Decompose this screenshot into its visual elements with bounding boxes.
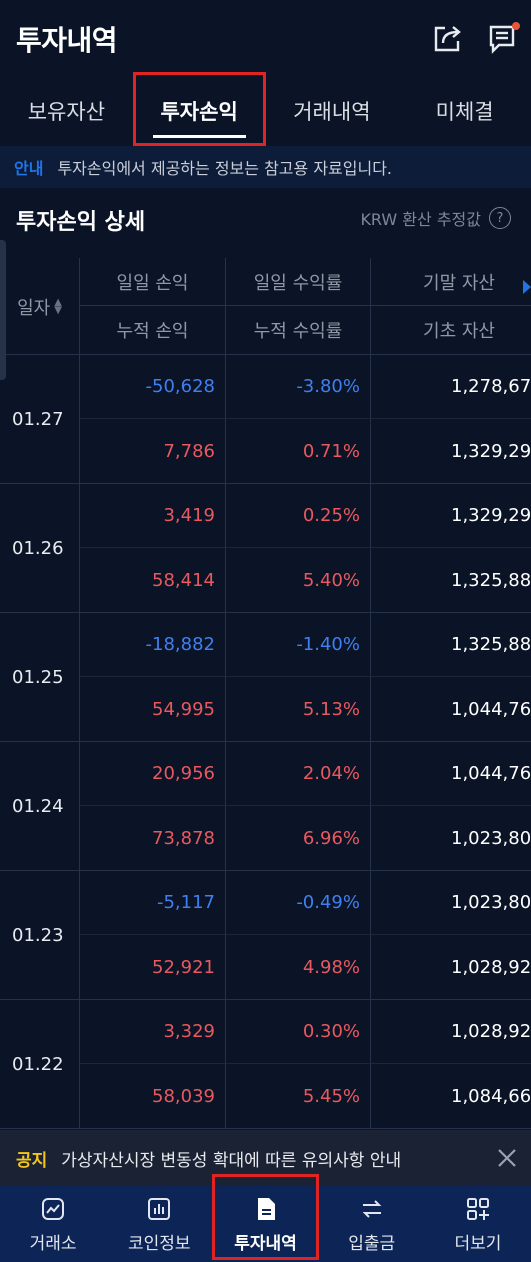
cumulative-return-rate: 6.96% bbox=[225, 806, 370, 870]
tab-bar: 보유자산 투자손익 거래내역 미체결 bbox=[0, 72, 531, 146]
table-body: 01.27-50,628-3.80%1,278,6717,7860.71%1,3… bbox=[0, 355, 531, 1129]
header-daily-pl: 일일 손익 bbox=[80, 258, 225, 306]
chart-line-icon bbox=[39, 1195, 67, 1223]
end-asset: 1,028,923 bbox=[370, 1000, 531, 1064]
daily-return-rate: -3.80% bbox=[225, 355, 370, 419]
daily-return-rate: 0.25% bbox=[225, 484, 370, 548]
notice-message: 투자손익에서 제공하는 정보는 참고용 자료입니다. bbox=[57, 159, 393, 178]
notification-dot bbox=[512, 22, 520, 30]
bottom-navigation: 거래소 코인정보 투자내역 입출금 더보기 bbox=[0, 1174, 531, 1262]
bar-chart-icon bbox=[145, 1195, 173, 1223]
help-icon[interactable]: ? bbox=[489, 207, 511, 229]
daily-profit-loss: -5,117 bbox=[80, 871, 225, 935]
daily-return-rate: 0.30% bbox=[225, 1000, 370, 1064]
profit-loss-table: 일자 ▲ ▼ 일일 손익 일일 수익률 기말 자산 누적 손익 누적 수익률 기초… bbox=[0, 258, 531, 1129]
cumulative-profit-loss: 73,878 bbox=[152, 827, 215, 849]
nav-investment-history[interactable]: 투자내역 bbox=[212, 1174, 319, 1262]
start-asset: 1,023,805 bbox=[370, 806, 531, 870]
page-title: 투자내역 bbox=[16, 24, 118, 57]
daily-return-rate: 2.04% bbox=[225, 742, 370, 806]
start-asset: 1,329,299 bbox=[370, 419, 531, 483]
nav-exchange[interactable]: 거래소 bbox=[0, 1186, 106, 1262]
cumulative-return-rate: 4.98% bbox=[225, 935, 370, 999]
row-date: 01.24 bbox=[0, 742, 80, 870]
header-start-asset: 기초 자산 bbox=[370, 306, 531, 354]
close-icon[interactable] bbox=[495, 1146, 519, 1170]
header-daily-rate: 일일 수익률 bbox=[225, 258, 370, 306]
daily-profit-loss: -50,628 bbox=[80, 355, 225, 419]
table-row[interactable]: 01.263,4190.25%1,329,299 58,414 5.40%1,325… bbox=[0, 484, 531, 613]
header-cum-rate: 누적 수익률 bbox=[225, 306, 370, 354]
start-asset: 1,325,880 bbox=[370, 548, 531, 612]
row-date: 01.22 bbox=[0, 1000, 80, 1128]
share-icon[interactable] bbox=[430, 20, 466, 56]
end-asset: 1,329,299 bbox=[370, 484, 531, 548]
tab-pending[interactable]: 미체결 bbox=[398, 78, 531, 144]
announcement-tag: 공지 bbox=[16, 1150, 48, 1171]
daily-profit-loss: 3,329 bbox=[80, 1000, 225, 1064]
end-asset: 1,325,880 bbox=[370, 613, 531, 677]
end-asset: 1,023,805 bbox=[370, 871, 531, 935]
table-row[interactable]: 01.2420,9562.04%1,044,762 73,878 6.96%1,02… bbox=[0, 742, 531, 871]
date-column-header[interactable]: 일자 ▲ ▼ bbox=[0, 258, 80, 355]
section-title: 투자손익 상세 bbox=[16, 210, 146, 235]
transfer-icon bbox=[358, 1195, 386, 1223]
app-header: 투자내역 bbox=[0, 0, 531, 78]
notice-tag: 안내 bbox=[14, 159, 44, 178]
nav-deposit-withdraw[interactable]: 입출금 bbox=[319, 1186, 425, 1262]
tab-profit-loss[interactable]: 투자손익 bbox=[132, 72, 266, 146]
cumulative-return-rate: 5.40% bbox=[225, 548, 370, 612]
table-row[interactable]: 01.23-5,117-0.49%1,023,805 52,921 4.98%1,0… bbox=[0, 871, 531, 1000]
cumulative-profit-loss: 52,921 bbox=[152, 956, 215, 978]
start-asset: 1,084,666 bbox=[370, 1064, 531, 1128]
tab-transactions[interactable]: 거래내역 bbox=[266, 78, 399, 144]
announcement-message[interactable]: 가상자산시장 변동성 확대에 따른 유의사항 안내 bbox=[61, 1146, 401, 1171]
chat-icon[interactable] bbox=[486, 20, 522, 56]
header-end-asset: 기말 자산 bbox=[370, 258, 531, 306]
row-date: 01.23 bbox=[0, 871, 80, 999]
cumulative-profit-loss: 7,786 bbox=[163, 440, 215, 462]
table-row[interactable]: 01.223,3290.30%1,028,923 58,039 5.45%1,084… bbox=[0, 1000, 531, 1129]
cumulative-return-rate: 5.13% bbox=[225, 677, 370, 741]
table-header: 일자 ▲ ▼ 일일 손익 일일 수익률 기말 자산 누적 손익 누적 수익률 기초… bbox=[0, 258, 531, 355]
daily-profit-loss: 3,419 bbox=[80, 484, 225, 548]
start-asset: 1,028,923 bbox=[370, 935, 531, 999]
header-cum-pl: 누적 손익 bbox=[116, 321, 189, 342]
daily-profit-loss: -18,882 bbox=[80, 613, 225, 677]
end-asset: 1,044,762 bbox=[370, 742, 531, 806]
cumulative-profit-loss: 58,414 bbox=[152, 569, 215, 591]
cumulative-profit-loss: 54,995 bbox=[152, 698, 215, 720]
table-row[interactable]: 01.27-50,628-3.80%1,278,671 7,786 0.71%1,3… bbox=[0, 355, 531, 484]
end-asset: 1,278,671 bbox=[370, 355, 531, 419]
row-date: 01.27 bbox=[0, 355, 80, 483]
nav-coin-info[interactable]: 코인정보 bbox=[106, 1186, 212, 1262]
cumulative-return-rate: 0.71% bbox=[225, 419, 370, 483]
daily-return-rate: -0.49% bbox=[225, 871, 370, 935]
grid-plus-icon bbox=[464, 1195, 492, 1223]
row-date: 01.25 bbox=[0, 613, 80, 741]
nav-more[interactable]: 더보기 bbox=[425, 1186, 531, 1262]
cumulative-profit-loss: 58,039 bbox=[152, 1085, 215, 1107]
section-header: 투자손익 상세 KRW 환산 추정값 ? bbox=[0, 190, 531, 250]
info-notice: 안내 투자손익에서 제공하는 정보는 참고용 자료입니다. bbox=[0, 146, 531, 188]
table-row[interactable]: 01.25-18,882-1.40%1,325,880 54,995 5.13%1,… bbox=[0, 613, 531, 742]
highlight-box bbox=[212, 1174, 319, 1260]
cumulative-return-rate: 5.45% bbox=[225, 1064, 370, 1128]
daily-profit-loss: 20,956 bbox=[80, 742, 225, 806]
daily-return-rate: -1.40% bbox=[225, 613, 370, 677]
start-asset: 1,044,762 bbox=[370, 677, 531, 741]
currency-note[interactable]: KRW 환산 추정값 ? bbox=[360, 206, 511, 230]
tab-holdings[interactable]: 보유자산 bbox=[0, 78, 133, 144]
sort-icon: ▲ ▼ bbox=[54, 296, 62, 316]
row-date: 01.26 bbox=[0, 484, 80, 612]
